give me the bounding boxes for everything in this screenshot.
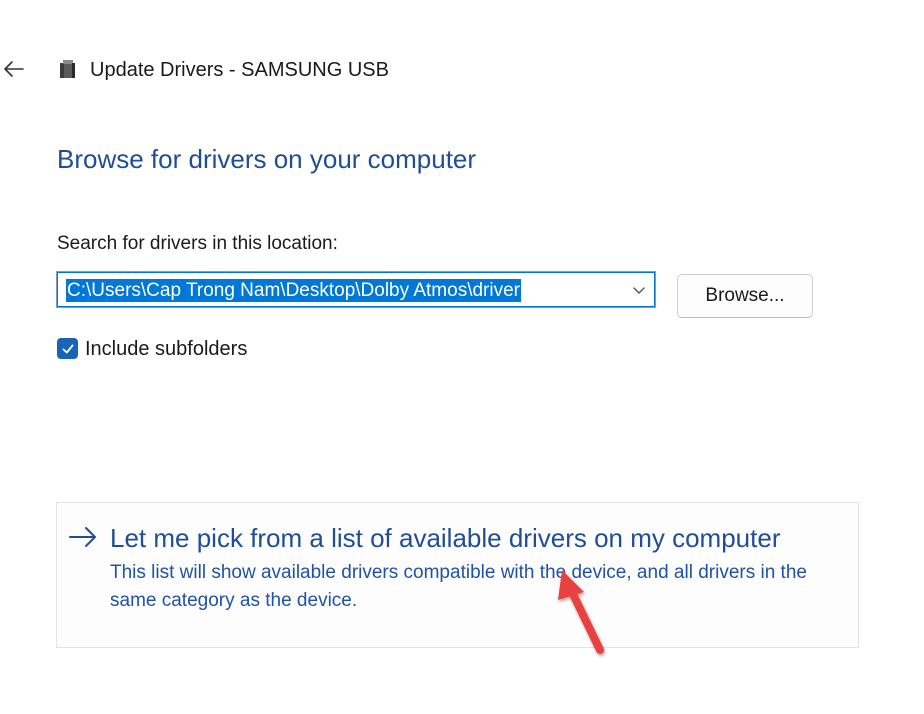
update-drivers-window: Update Drivers - SAMSUNG USB Browse for … — [0, 0, 924, 714]
pick-from-list-title: Let me pick from a list of available dri… — [110, 523, 781, 553]
back-arrow-icon — [4, 61, 24, 77]
include-subfolders-checkbox[interactable] — [57, 338, 78, 359]
checkmark-icon — [62, 344, 73, 353]
page-heading: Browse for drivers on your computer — [57, 144, 477, 174]
arrow-right-icon — [69, 527, 96, 547]
path-input[interactable]: C:\Users\Cap Trong Nam\Desktop\Dolby Atm… — [66, 279, 521, 302]
back-button[interactable] — [0, 56, 28, 82]
chevron-down-icon[interactable] — [629, 280, 649, 300]
path-combobox[interactable]: C:\Users\Cap Trong Nam\Desktop\Dolby Atm… — [56, 271, 656, 308]
pick-from-list-description: This list will show available drivers co… — [110, 562, 807, 611]
browse-button[interactable]: Browse... — [677, 274, 813, 318]
pick-from-list-link[interactable]: Let me pick from a list of available dri… — [56, 502, 859, 648]
window-title: Update Drivers - SAMSUNG USB — [90, 59, 389, 81]
usb-device-icon — [60, 60, 75, 78]
search-location-label: Search for drivers in this location: — [57, 233, 338, 254]
include-subfolders-label[interactable]: Include subfolders — [85, 337, 247, 361]
